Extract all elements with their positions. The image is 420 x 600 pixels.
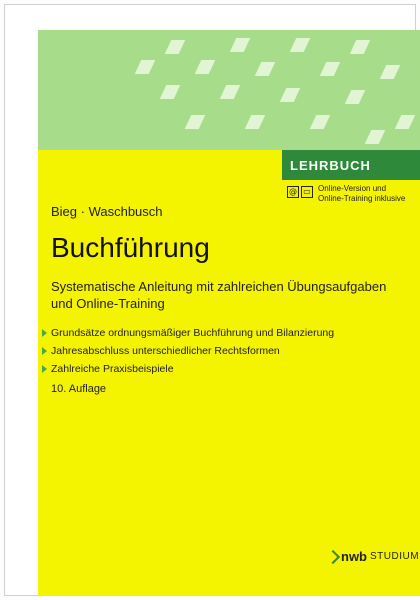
authors: Bieg · Waschbusch [51, 204, 163, 219]
pattern-tile [279, 88, 301, 102]
book-cover: LEHRBUCH @ ▭ Online-Version und Online-T… [0, 0, 420, 600]
pattern-tile [219, 85, 241, 99]
pattern-tile [379, 65, 401, 79]
pattern-tile [184, 115, 206, 129]
at-sign-icon: @ [287, 186, 299, 198]
online-note-line: Online-Version und [318, 184, 387, 193]
monitor-icon: ▭ [301, 186, 313, 198]
pattern-band [38, 30, 420, 150]
online-icons: @ ▭ [287, 186, 313, 198]
online-note: Online-Version und Online-Training inklu… [318, 184, 405, 204]
book-subtitle: Systematische Anleitung mit zahlreichen … [51, 279, 387, 311]
pattern-tile [344, 90, 366, 104]
pattern-tile [254, 62, 276, 76]
feature-list: Grundsätze ordnungsmäßiger Buchführung u… [42, 324, 334, 378]
feature-item: Zahlreiche Praxisbeispiele [42, 360, 334, 378]
pattern-tile [394, 115, 416, 129]
pattern-tile [229, 38, 251, 52]
book-title: Buchführung [51, 232, 210, 263]
bullet-triangle-icon [42, 347, 47, 355]
pattern-tile [159, 85, 181, 99]
pattern-tile [364, 130, 386, 144]
pattern-tile [244, 115, 266, 129]
bullet-triangle-icon [42, 329, 47, 337]
series-label: LEHRBUCH [290, 158, 371, 173]
feature-item: Grundsätze ordnungsmäßiger Buchführung u… [42, 324, 334, 342]
pattern-tile [194, 60, 216, 74]
edition: 10. Auflage [51, 383, 107, 395]
feature-item: Jahresabschluss unterschiedlicher Rechts… [42, 342, 334, 360]
pattern-tile [309, 115, 331, 129]
online-note-line: Online-Training inklusive [318, 194, 406, 203]
publisher-name: nwb [341, 549, 367, 564]
feature-text: Zahlreiche Praxisbeispiele [51, 363, 174, 375]
bullet-triangle-icon [42, 365, 47, 373]
feature-text: Grundsätze ordnungsmäßiger Buchführung u… [51, 327, 335, 339]
pattern-tile [164, 40, 186, 54]
nwb-chevron-icon [325, 549, 341, 564]
publisher-imprint: STUDIUM [370, 551, 420, 562]
pattern-tile [134, 60, 156, 74]
pattern-tile [349, 40, 371, 54]
pattern-tile [319, 62, 341, 76]
pattern-tile [289, 38, 311, 52]
publisher-logo: nwb STUDIUM [325, 549, 420, 564]
feature-text: Jahresabschluss unterschiedlicher Rechts… [51, 345, 280, 357]
